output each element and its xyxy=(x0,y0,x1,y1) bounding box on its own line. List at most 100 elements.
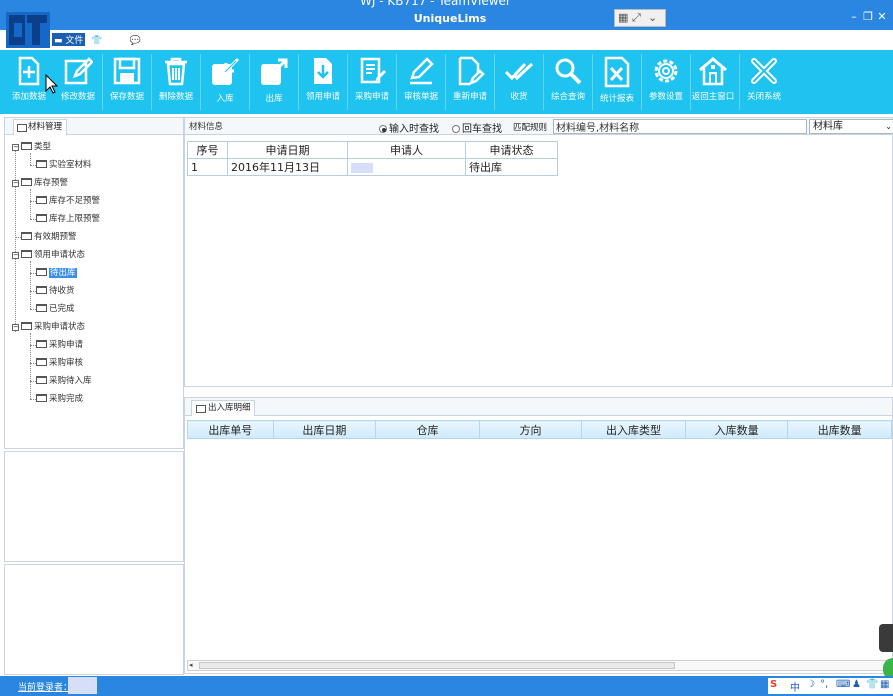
stock-out-button[interactable]: 出库 xyxy=(251,50,297,114)
match-rule-label: 匹配规则 xyxy=(513,123,548,133)
tree-collapse-toggle[interactable]: − xyxy=(12,144,19,151)
folder-icon xyxy=(21,250,32,258)
current-user-label: 当前登录者： xyxy=(18,683,73,693)
tree-node-pending-out[interactable]: 待出库 xyxy=(36,265,77,281)
ime-chinese-mode[interactable]: 中 xyxy=(790,679,800,694)
tree-node-requisition-status[interactable]: 领用申请状态 xyxy=(21,247,85,263)
tree-collapse-toggle[interactable]: − xyxy=(12,324,19,331)
tree-node-stock-low[interactable]: 库存不足预警 xyxy=(36,193,100,209)
left-empty-panel xyxy=(4,451,184,562)
grid-icon[interactable]: ▦ xyxy=(618,11,628,24)
return-main-button[interactable]: 返回主窗口 xyxy=(688,50,738,114)
column-header[interactable]: 序号 xyxy=(187,141,228,159)
menu-file[interactable]: ▬ 文件 xyxy=(52,33,86,46)
table-cell[interactable] xyxy=(347,158,466,176)
stock-in-icon xyxy=(212,57,240,85)
tree-node-stock-warning[interactable]: 库存预警 xyxy=(21,175,68,191)
column-header[interactable]: 申请人 xyxy=(347,141,466,159)
folder-icon xyxy=(21,322,32,330)
table-cell[interactable]: 2016年11月13日 xyxy=(227,158,348,176)
horizontal-scrollbar[interactable]: ◂ xyxy=(187,660,892,671)
column-header[interactable]: 申请状态 xyxy=(465,141,558,159)
folder-icon xyxy=(36,394,47,402)
grid-icon[interactable]: ▦ xyxy=(880,679,889,690)
sogou-icon[interactable]: S xyxy=(770,679,777,690)
scrollbar-thumb[interactable] xyxy=(199,662,675,669)
statistics-report-button[interactable]: 统计报表 xyxy=(594,50,640,114)
radio-search-on-enter[interactable]: 回车查找 xyxy=(452,120,502,135)
moon-icon[interactable]: ☽ xyxy=(806,679,815,690)
purchase-doc-icon xyxy=(360,57,386,84)
table-cell[interactable]: 1 xyxy=(187,158,228,176)
save-data-button[interactable]: 保存数据 xyxy=(104,50,150,114)
chevron-down-icon[interactable]: ⌄ xyxy=(648,11,657,24)
tree-node-type[interactable]: 类型 xyxy=(21,139,51,155)
column-header[interactable]: 出库日期 xyxy=(272,420,377,439)
settings-button[interactable]: 参数设置 xyxy=(643,50,689,114)
restore-icon[interactable]: ❐ xyxy=(861,10,875,23)
user-icon[interactable]: ♟ xyxy=(852,679,861,690)
title-bar: UniqueLims ▦ ⤢ ⌄ – ❐ ✕ xyxy=(0,8,893,30)
delete-data-button[interactable]: 删除数据 xyxy=(153,50,199,114)
edit-data-button[interactable]: 修改数据 xyxy=(55,50,101,114)
stock-in-button[interactable]: 入库 xyxy=(202,50,248,114)
tree-collapse-toggle[interactable]: − xyxy=(12,252,19,259)
column-header[interactable]: 出入库类型 xyxy=(581,420,686,439)
scroll-left-icon[interactable]: ◂ xyxy=(189,661,193,669)
keyboard-icon[interactable]: ⌨ xyxy=(836,679,850,690)
column-header[interactable]: 仓库 xyxy=(375,420,480,439)
tree-node-pending-receipt[interactable]: 待收货 xyxy=(36,283,75,299)
punctuation-icon[interactable]: °, xyxy=(820,679,828,690)
tree-node-purchase-request[interactable]: 采购申请 xyxy=(36,337,83,353)
table-row[interactable]: 1 2016年11月13日 待出库 xyxy=(187,158,558,176)
download-doc-icon xyxy=(314,58,332,84)
tree-node-purchase-status[interactable]: 采购申请状态 xyxy=(21,319,85,335)
home-icon xyxy=(699,57,727,86)
tree-node-expiry-warning[interactable]: 有效期预警 xyxy=(21,229,77,245)
add-document-icon xyxy=(18,56,40,86)
tree-node-purchase-complete[interactable]: 采购完成 xyxy=(36,391,83,407)
save-icon xyxy=(113,57,141,85)
column-header[interactable]: 入库数量 xyxy=(684,420,789,439)
menu-about[interactable]: 💬 关于 xyxy=(129,33,161,46)
tree-collapse-toggle[interactable]: − xyxy=(12,180,19,187)
requisition-button[interactable]: 领用申请 xyxy=(300,50,346,114)
minimize-icon[interactable]: – xyxy=(847,10,861,23)
side-widget-button[interactable] xyxy=(879,624,893,652)
purchase-request-button[interactable]: 采购申请 xyxy=(349,50,395,114)
tree-node-stock-upper[interactable]: 库存上限预警 xyxy=(36,211,100,227)
tab-material-management[interactable]: 材料管理 xyxy=(13,119,68,135)
folder-icon xyxy=(36,214,47,222)
column-header[interactable]: 出库单号 xyxy=(187,420,274,439)
folder-icon xyxy=(36,286,47,294)
tree-node-purchase-review[interactable]: 采购审核 xyxy=(36,355,83,371)
folder-icon xyxy=(36,358,47,366)
current-user-value xyxy=(68,677,97,694)
tree-node-lab-material[interactable]: 实验室材料 xyxy=(36,157,92,173)
close-system-button[interactable]: 关闭系统 xyxy=(741,50,787,114)
close-window-icon[interactable]: ✕ xyxy=(875,10,889,23)
gear-icon xyxy=(654,59,678,83)
fullscreen-icon[interactable]: ⤢ xyxy=(632,11,641,25)
tab-inout-details[interactable]: 出入库明细 xyxy=(191,400,255,416)
column-header[interactable]: 出库数量 xyxy=(787,420,892,439)
shirt-icon[interactable]: 👕 xyxy=(866,679,878,690)
teamviewer-panel[interactable]: ▦ ⤢ ⌄ xyxy=(614,9,666,27)
tree-node-purchase-pending-in[interactable]: 采购待入库 xyxy=(36,373,92,389)
receive-goods-button[interactable]: 收货 xyxy=(496,50,542,114)
radio-checked-icon xyxy=(379,125,387,133)
detail-table: 出库单号 出库日期 仓库 方向 出入库类型 入库数量 出库数量 xyxy=(187,420,892,439)
menu-theme[interactable]: 👕 主题 xyxy=(91,33,123,46)
requests-table: 序号 申请日期 申请人 申请状态 1 2016年11月13日 待出库 xyxy=(187,141,558,176)
reapply-button[interactable]: 重新申请 xyxy=(447,50,493,114)
radio-search-on-input[interactable]: 输入时查找 xyxy=(379,120,439,135)
library-select[interactable]: 材料库 ⌄ xyxy=(809,119,893,134)
table-cell[interactable]: 待出库 xyxy=(465,158,558,176)
column-header[interactable]: 方向 xyxy=(478,420,583,439)
detail-panel-header: 出入库明细 xyxy=(184,397,893,416)
column-header[interactable]: 申请日期 xyxy=(227,141,348,159)
search-input[interactable] xyxy=(553,119,807,134)
tree-node-completed[interactable]: 已完成 xyxy=(36,301,75,317)
review-document-button[interactable]: 审核单据 xyxy=(398,50,444,114)
general-query-button[interactable]: 综合查询 xyxy=(545,50,591,114)
